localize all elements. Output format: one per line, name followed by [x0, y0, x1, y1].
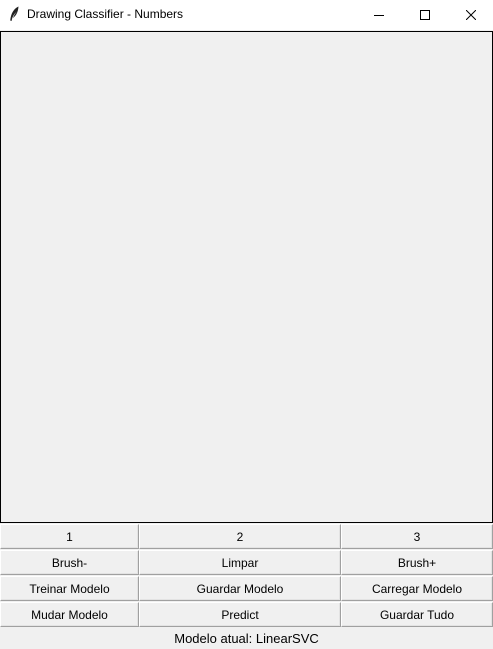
drawing-canvas[interactable]	[0, 31, 493, 523]
minimize-icon	[374, 15, 384, 16]
close-button[interactable]	[448, 0, 493, 30]
feather-icon	[10, 6, 19, 21]
class-2-button[interactable]: 2	[139, 524, 341, 549]
save-model-button[interactable]: Guardar Modelo	[139, 576, 341, 601]
load-model-button[interactable]: Carregar Modelo	[341, 576, 493, 601]
train-model-button[interactable]: Treinar Modelo	[0, 576, 139, 601]
maximize-icon	[420, 10, 430, 20]
brush-minus-button[interactable]: Brush-	[0, 550, 139, 575]
class-1-button[interactable]: 1	[0, 524, 139, 549]
maximize-button[interactable]	[402, 0, 448, 30]
title-bar: Drawing Classifier - Numbers	[0, 0, 493, 30]
brush-plus-button[interactable]: Brush+	[341, 550, 493, 575]
minimize-button[interactable]	[356, 0, 402, 30]
close-icon	[466, 10, 476, 20]
clear-button[interactable]: Limpar	[139, 550, 341, 575]
save-all-button[interactable]: Guardar Tudo	[341, 602, 493, 627]
class-3-button[interactable]: 3	[341, 524, 493, 549]
predict-button[interactable]: Predict	[139, 602, 341, 627]
change-model-button[interactable]: Mudar Modelo	[0, 602, 139, 627]
current-model-status: Modelo atual: LinearSVC	[174, 631, 319, 646]
window-title: Drawing Classifier - Numbers	[27, 7, 184, 21]
